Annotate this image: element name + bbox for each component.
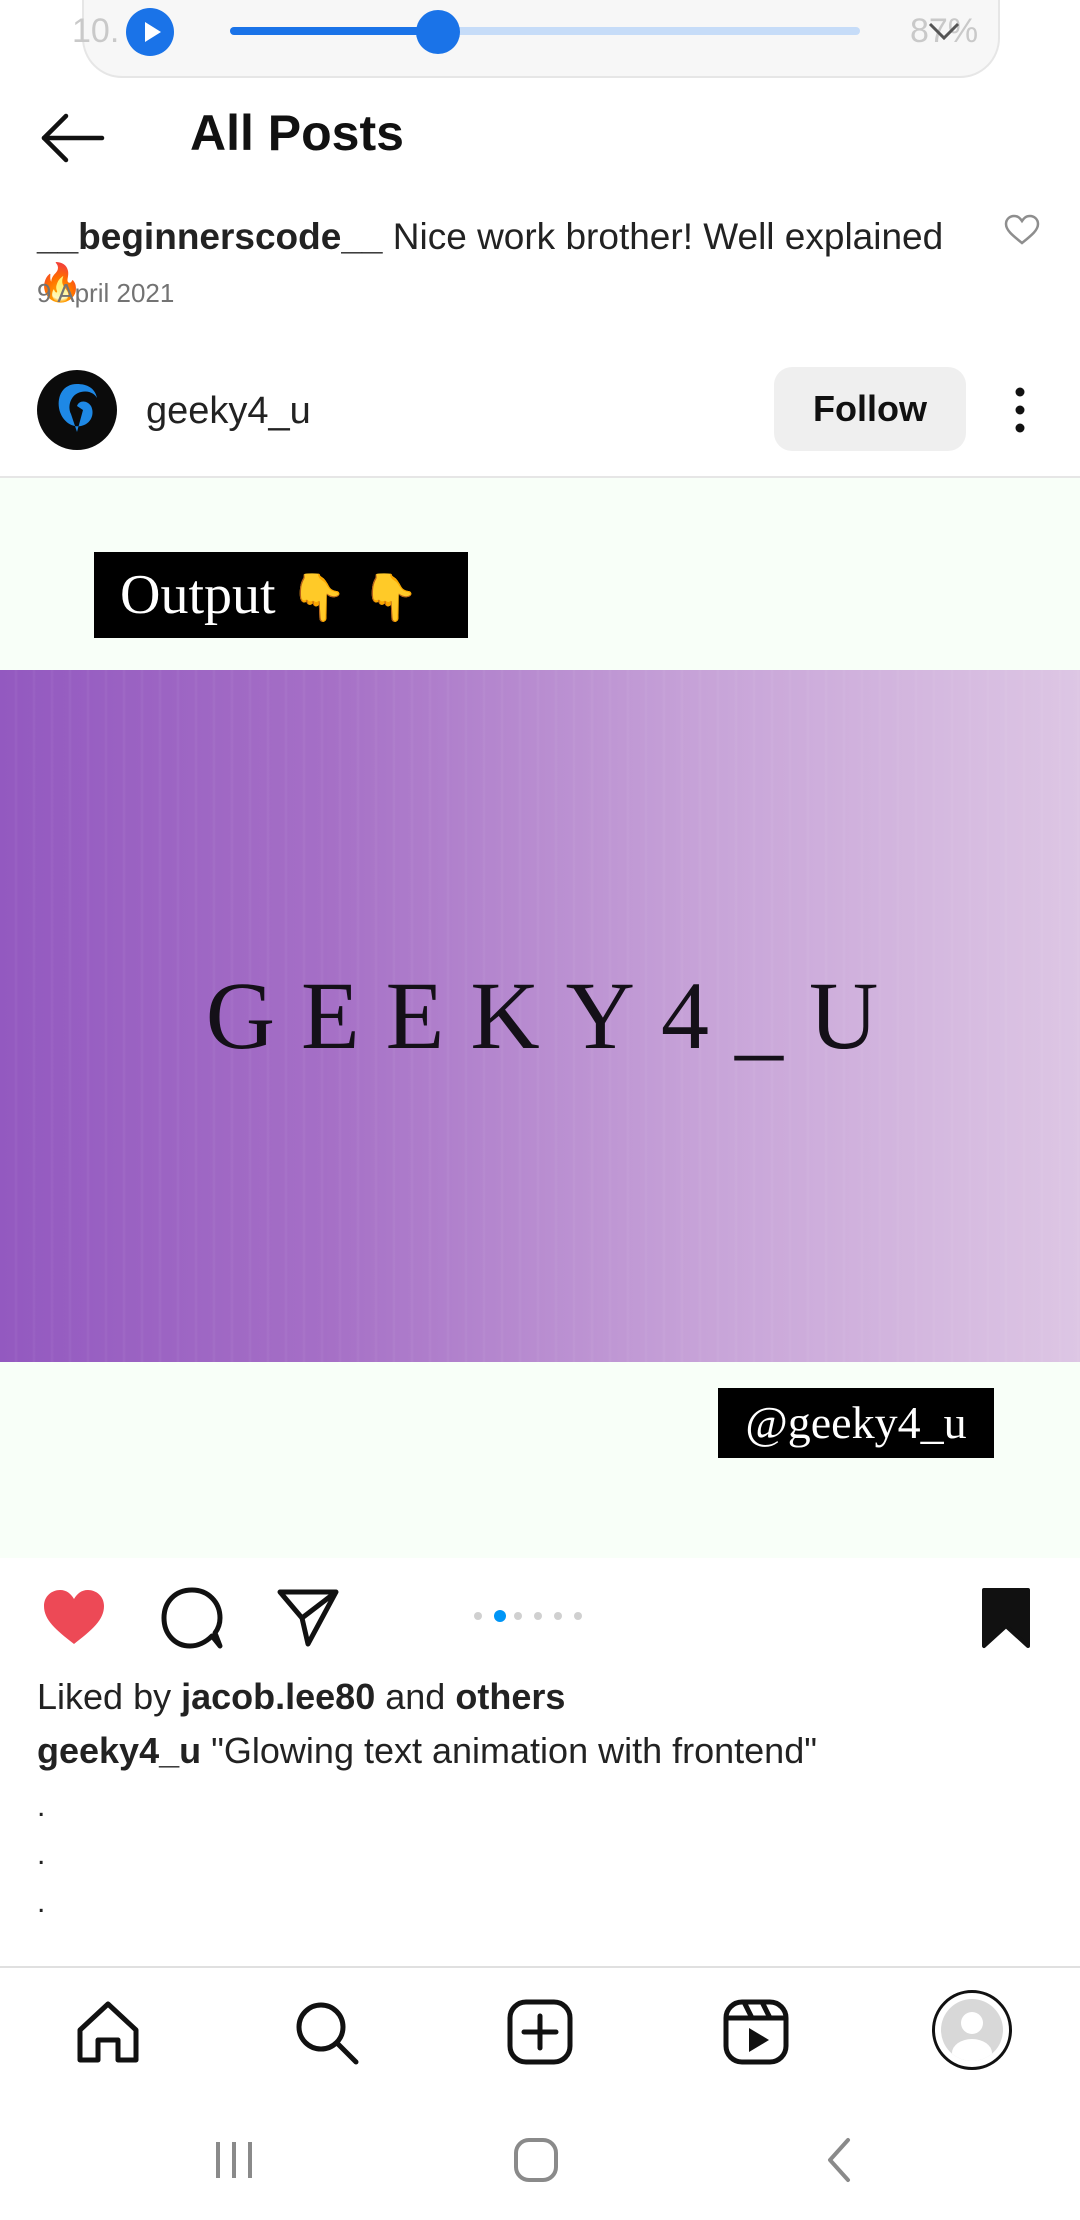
brand-text: GEEKY4_U: [205, 962, 905, 1069]
comment-icon[interactable]: [160, 1586, 224, 1650]
likes-prefix: Liked by: [37, 1676, 172, 1717]
media-play-button[interactable]: [126, 8, 174, 56]
geeky-logo-icon: [58, 384, 97, 432]
media-seek-thumb[interactable]: [415, 10, 460, 54]
carousel-dot: [514, 1612, 522, 1620]
nav-divider: [0, 1966, 1080, 1968]
home-icon[interactable]: [72, 1996, 144, 2068]
more-vertical-icon: [1015, 387, 1025, 433]
reels-icon[interactable]: [720, 1996, 792, 2068]
caption-dot: .: [37, 1838, 46, 1871]
liked-by-user[interactable]: jacob.lee80: [181, 1676, 375, 1717]
output-label-text: Output: [120, 564, 276, 626]
post-author-avatar[interactable]: [37, 370, 117, 450]
comment-body: Nice work brother! Well explained: [392, 216, 944, 257]
profile-placeholder-icon: [941, 1999, 1003, 2061]
post-caption: geeky4_u "Glowing text animation with fr…: [37, 1730, 817, 1772]
arrow-left-icon: [41, 113, 105, 163]
carousel-dot: [534, 1612, 542, 1620]
chevron-down-icon[interactable]: [924, 14, 964, 50]
create-post-icon[interactable]: [504, 1996, 576, 2068]
media-seek-bar[interactable]: [230, 10, 860, 54]
profile-avatar[interactable]: [932, 1990, 1012, 2070]
comment-text: __beginnerscode__ Nice work brother! Wel…: [37, 214, 977, 306]
follow-button[interactable]: Follow: [774, 367, 966, 451]
output-label: Output 👇 👇: [94, 552, 468, 638]
page-title: All Posts: [190, 105, 404, 161]
caption-username[interactable]: geeky4_u: [37, 1730, 201, 1771]
post-image[interactable]: Output 👇 👇 GEEKY4_U @geeky4_u: [0, 478, 1080, 1558]
play-icon: [145, 22, 161, 42]
status-time: 10.: [72, 12, 120, 50]
bookmark-saved-icon[interactable]: [978, 1586, 1034, 1650]
carousel-dot: [554, 1612, 562, 1620]
back-button[interactable]: [38, 108, 108, 168]
carousel-dot: [574, 1612, 582, 1620]
back-nav-icon[interactable]: [810, 2130, 870, 2190]
more-options-button[interactable]: [1000, 380, 1040, 440]
search-icon[interactable]: [290, 1996, 362, 2068]
liked-heart-icon[interactable]: [40, 1586, 108, 1648]
comment-date: 9 April 2021: [37, 278, 175, 308]
carousel-dot: [474, 1612, 482, 1620]
home-button-icon[interactable]: [506, 2130, 566, 2190]
media-seek-fill: [230, 27, 438, 35]
likes-summary: Liked by jacob.lee80 and others: [37, 1676, 565, 1718]
handle-label: @geeky4_u: [718, 1388, 994, 1458]
media-player-bar: [82, 0, 1000, 78]
comment-like-heart-icon[interactable]: [1004, 214, 1040, 246]
share-send-icon[interactable]: [276, 1586, 340, 1650]
likes-and: and: [385, 1676, 446, 1717]
recent-apps-icon[interactable]: [204, 2130, 264, 2190]
gradient-banner: GEEKY4_U: [0, 670, 1080, 1362]
caption-text: "Glowing text animation with frontend": [211, 1730, 817, 1771]
caption-dot: .: [37, 1790, 46, 1823]
carousel-dot-active: [494, 1610, 506, 1622]
post-author-username[interactable]: geeky4_u: [146, 390, 311, 433]
pointing-down-icon: 👇 👇: [289, 570, 419, 624]
caption-dot: .: [37, 1886, 46, 1919]
liked-by-others[interactable]: others: [455, 1676, 565, 1717]
comment-username[interactable]: __beginnerscode__: [37, 216, 382, 257]
